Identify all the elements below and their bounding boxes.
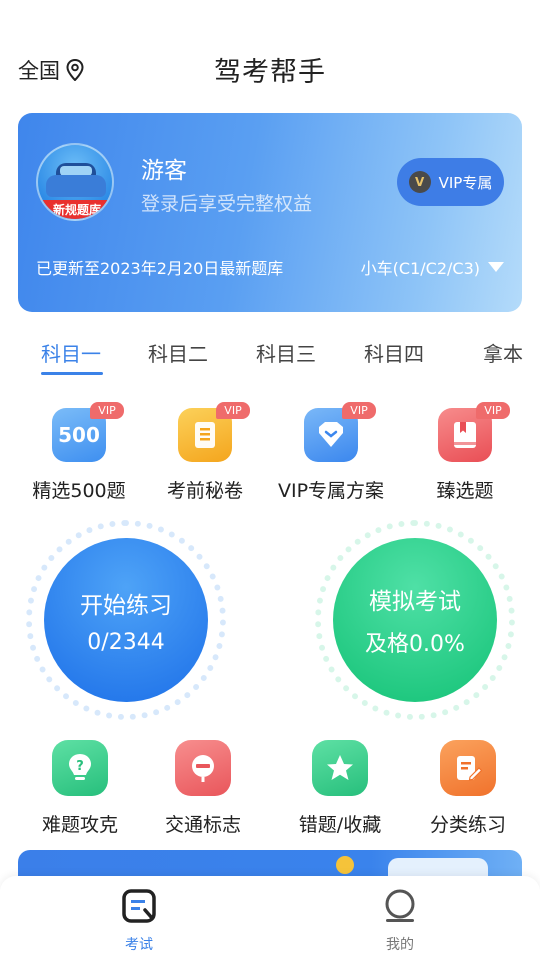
exam-pass-rate: 及格0.0% [365, 632, 465, 657]
feature-label: 错题/收藏 [298, 814, 382, 836]
dropdown-triangle-icon [488, 262, 504, 272]
profile-icon [385, 889, 415, 922]
exam-label: 模拟考试 [369, 589, 461, 615]
feature-premium-questions[interactable]: VIP 臻选题 [400, 402, 530, 503]
feature-label: 考前秘卷 [166, 480, 243, 502]
vip-exclusive-button[interactable]: V VIP专属 [397, 158, 504, 206]
nav-label: 考试 [125, 937, 153, 953]
username[interactable]: 游客 [141, 151, 187, 185]
diamond-glyph [319, 422, 343, 447]
login-hint[interactable]: 登录后享受完整权益 [141, 189, 312, 216]
vip-button-label: VIP专属 [438, 173, 493, 192]
star-glyph [327, 755, 353, 780]
svg-text:?: ? [76, 759, 84, 774]
vip-tag: VIP [476, 402, 510, 419]
feature-pre-exam-paper[interactable]: VIP 考前秘卷 [140, 402, 270, 503]
lightbulb-glyph: ? [69, 754, 91, 780]
feature-category-practice[interactable]: 分类练习 [403, 740, 533, 837]
feature-label: 难题攻克 [41, 814, 118, 836]
feature-mistakes-favorites[interactable]: 错题/收藏 [275, 740, 405, 837]
feature-label: 交通标志 [164, 814, 241, 836]
tab-subject-1[interactable]: 科目一 [41, 338, 101, 367]
tab-active-indicator [41, 372, 103, 375]
tab-get-license[interactable]: 拿本 [483, 338, 523, 367]
star-icon [312, 740, 368, 796]
subject-tabs: 科目一 科目二 科目三 科目四 拿本 [0, 338, 540, 378]
avatar[interactable]: 新规题库 [36, 143, 114, 221]
bottom-nav: 考试 我的 [0, 876, 540, 960]
feature-label: VIP专属方案 [277, 480, 385, 502]
edit-note-glyph [457, 756, 483, 781]
car-type-label: 小车(C1/C2/C3) [360, 259, 480, 278]
feature-label: 臻选题 [436, 480, 494, 502]
page-title: 驾考帮手 [214, 57, 326, 88]
feature-vip-plan[interactable]: VIP VIP专属方案 [266, 402, 396, 503]
traffic-sign-icon [175, 740, 231, 796]
practice-label: 开始练习 [80, 592, 172, 619]
feature-label: 分类练习 [429, 814, 506, 836]
feature-traffic-signs[interactable]: 交通标志 [138, 740, 268, 837]
traffic-sign-glyph [192, 755, 214, 782]
book-icon: VIP [438, 402, 510, 462]
mock-exam-button[interactable]: 模拟考试 及格0.0% [315, 520, 515, 720]
edit-note-icon [440, 740, 496, 796]
tab-subject-2[interactable]: 科目二 [148, 338, 208, 367]
tab-subject-3[interactable]: 科目三 [256, 338, 316, 367]
feature-difficult-questions[interactable]: ? 难题攻克 [15, 740, 145, 837]
update-status: 已更新至2023年2月20日最新题库 [36, 259, 284, 278]
nav-profile[interactable]: 我的 [360, 888, 440, 954]
500-icon-text: 500 [58, 423, 100, 447]
vip-badge-icon: V [408, 171, 431, 193]
nav-label: 我的 [386, 937, 414, 953]
exam-icon [122, 889, 156, 923]
car-type-selector[interactable]: 小车(C1/C2/C3) [361, 255, 504, 279]
tab-subject-4[interactable]: 科目四 [364, 338, 424, 367]
diamond-icon: VIP [304, 402, 376, 462]
vip-tag: VIP [342, 402, 376, 419]
practice-progress: 0/2344 [87, 629, 165, 655]
scroll-icon: VIP [178, 402, 250, 462]
practice-circle: 开始练习 0/2344 [44, 538, 208, 702]
book-glyph [454, 422, 476, 448]
top-bar: 全国 驾考帮手 [0, 0, 540, 110]
feature-selected-500[interactable]: 500 VIP 精选500题 [14, 402, 144, 503]
avatar-banner: 新规题库 [38, 200, 112, 219]
user-card[interactable]: 新规题库 游客 登录后享受完整权益 V VIP专属 已更新至2023年2月20日… [18, 113, 522, 312]
nav-exam[interactable]: 考试 [99, 888, 179, 954]
lightbulb-icon: ? [52, 740, 108, 796]
500-icon: 500 VIP [52, 402, 124, 462]
vip-tag: VIP [90, 402, 124, 419]
scroll-glyph [195, 422, 215, 448]
vip-tag: VIP [216, 402, 250, 419]
chat-bubble-icon [336, 856, 354, 874]
start-practice-button[interactable]: 开始练习 0/2344 [26, 520, 226, 720]
exam-circle: 模拟考试 及格0.0% [333, 538, 497, 702]
car-body [46, 175, 106, 197]
feature-label: 精选500题 [32, 480, 126, 502]
